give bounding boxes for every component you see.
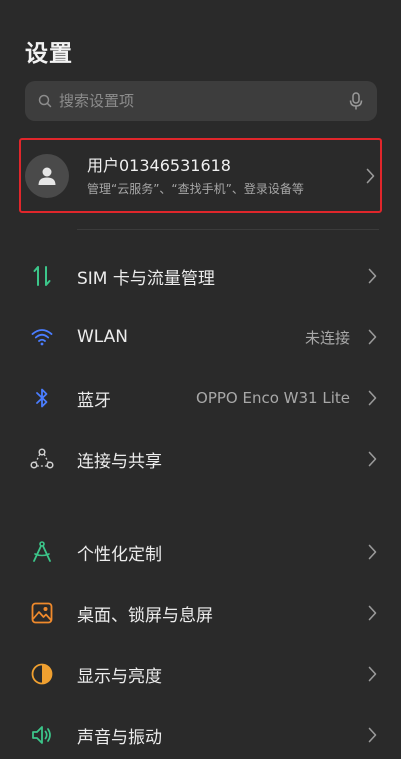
settings-item-value: 未连接 <box>304 328 350 347</box>
personalize-icon <box>30 540 54 564</box>
settings-item-value: OPPO Enco W31 Lite <box>196 389 350 407</box>
bluetooth-icon <box>30 386 54 410</box>
search-bar[interactable] <box>25 81 377 121</box>
divider <box>77 229 379 230</box>
chevron-right-icon <box>368 544 377 560</box>
chevron-right-icon <box>366 168 375 184</box>
user-icon <box>38 167 56 185</box>
settings-item-label: 蓝牙 <box>77 390 111 411</box>
wifi-icon <box>30 325 54 349</box>
search-icon <box>37 93 53 109</box>
chevron-right-icon <box>368 451 377 467</box>
settings-item-label: WLAN <box>77 327 129 347</box>
microphone-icon[interactable] <box>347 91 365 111</box>
settings-item-bluetooth[interactable]: 蓝牙 OPPO Enco W31 Lite <box>0 374 401 422</box>
connection-share-icon <box>30 447 54 471</box>
page-title: 设置 <box>25 41 73 67</box>
sim-data-icon <box>30 264 54 288</box>
wallpaper-icon <box>30 601 54 625</box>
settings-item-sim[interactable]: SIM 卡与流量管理 <box>0 252 401 300</box>
settings-item-label: 桌面、锁屏与息屏 <box>77 605 213 626</box>
sound-vibration-icon <box>30 723 54 747</box>
search-input[interactable] <box>59 92 347 110</box>
settings-item-display[interactable]: 显示与亮度 <box>0 650 401 698</box>
chevron-right-icon <box>368 390 377 406</box>
settings-item-connection-share[interactable]: 连接与共享 <box>0 435 401 483</box>
settings-item-label: SIM 卡与流量管理 <box>77 268 215 289</box>
account-card[interactable]: 用户01346531618 管理“云服务”、“查找手机”、登录设备等 <box>19 138 382 213</box>
settings-item-sound[interactable]: 声音与振动 <box>0 711 401 759</box>
settings-item-personalize[interactable]: 个性化定制 <box>0 528 401 576</box>
chevron-right-icon <box>368 329 377 345</box>
settings-item-label: 连接与共享 <box>77 451 162 472</box>
settings-item-label: 声音与振动 <box>77 727 162 748</box>
chevron-right-icon <box>368 268 377 284</box>
account-name: 用户01346531618 <box>87 155 231 175</box>
settings-item-wallpaper[interactable]: 桌面、锁屏与息屏 <box>0 589 401 637</box>
chevron-right-icon <box>368 605 377 621</box>
account-subtitle: 管理“云服务”、“查找手机”、登录设备等 <box>87 181 304 196</box>
chevron-right-icon <box>368 666 377 682</box>
settings-item-label: 个性化定制 <box>77 544 162 565</box>
display-brightness-icon <box>30 662 54 686</box>
chevron-right-icon <box>368 727 377 743</box>
settings-item-label: 显示与亮度 <box>77 666 162 687</box>
settings-item-wlan[interactable]: WLAN 未连接 <box>0 313 401 361</box>
avatar <box>25 153 69 198</box>
